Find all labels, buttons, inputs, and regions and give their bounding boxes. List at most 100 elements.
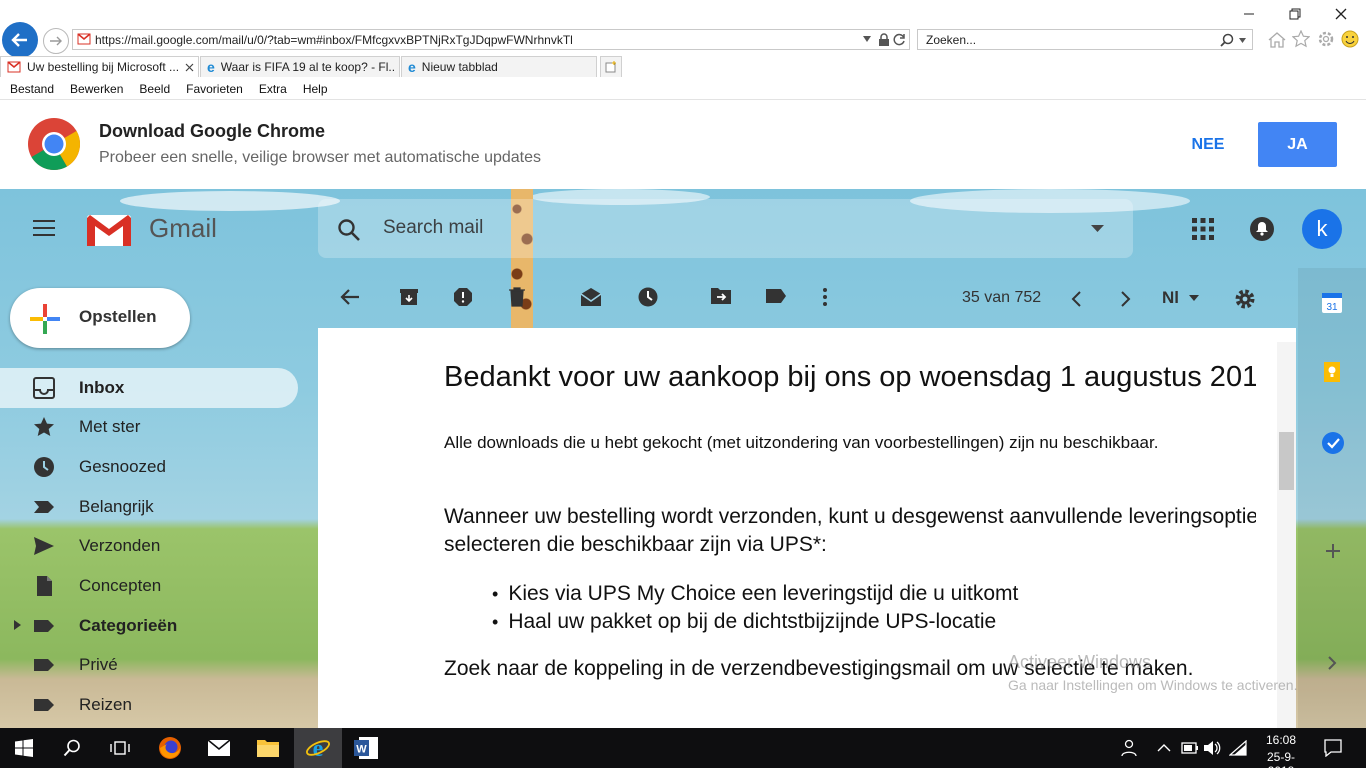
tab-label: Waar is FIFA 19 al te koop? - Fl... [220,60,396,74]
taskbar-internet-explorer[interactable]: e [294,728,342,768]
taskbar-mail[interactable] [195,728,243,768]
menu-bewerken[interactable]: Bewerken [70,82,123,96]
nav-drafts[interactable]: Concepten [0,566,298,606]
browser-search-box[interactable]: Zoeken... [917,29,1253,50]
chevron-left-icon[interactable] [1071,291,1081,307]
menu-extra[interactable]: Extra [259,82,287,96]
lock-icon[interactable] [878,33,890,46]
search-options-icon[interactable] [1091,225,1104,232]
minimize-icon[interactable] [1243,8,1255,20]
home-icon[interactable] [1268,31,1286,48]
apps-grid-icon[interactable] [1192,218,1214,240]
input-language-selector[interactable]: Nl [1162,288,1179,308]
close-icon[interactable] [1335,8,1347,20]
new-tab-button[interactable] [600,56,622,77]
restore-icon[interactable] [1289,8,1301,20]
favorites-star-icon[interactable] [1292,30,1310,48]
account-avatar[interactable]: k [1302,209,1342,249]
mark-unread-icon[interactable] [580,287,602,307]
nav-snoozed[interactable]: Gesnoozed [0,447,298,487]
add-addon-icon[interactable] [1325,543,1341,559]
email-scrollbar[interactable] [1277,342,1296,728]
search-icon[interactable] [337,218,361,242]
nav-categories[interactable]: Categorieën [0,606,298,646]
delete-icon[interactable] [508,287,526,307]
gear-icon[interactable] [1317,30,1335,48]
address-bar[interactable]: https://mail.google.com/mail/u/0/?tab=wm… [72,29,910,50]
action-center-icon[interactable] [1324,739,1342,757]
wifi-icon[interactable] [1229,740,1247,756]
nav-label: Met ster [79,417,141,436]
refresh-icon[interactable] [893,33,906,46]
taskbar-firefox[interactable] [146,728,194,768]
people-icon[interactable] [1121,739,1137,757]
svg-text:W: W [356,744,367,756]
keep-icon[interactable] [1321,361,1343,383]
snooze-icon[interactable] [638,287,658,307]
volume-icon[interactable] [1203,740,1221,756]
gmail-wordmark[interactable]: Gmail [149,213,217,244]
label-icon[interactable] [765,287,787,305]
move-to-icon[interactable] [710,287,732,305]
chevron-right-icon[interactable] [1121,291,1131,307]
gmail-favicon-icon [77,33,91,45]
email-paragraph: Alle downloads die u hebt gekocht (met u… [444,433,1159,452]
nav-important[interactable]: Belangrijk [0,487,298,527]
smiley-icon[interactable] [1341,30,1359,48]
expand-arrow-icon[interactable] [14,620,21,630]
archive-icon[interactable] [399,287,419,307]
chevron-down-icon[interactable] [1189,295,1199,301]
taskbar-date[interactable]: 25-9-2018 [1256,750,1306,778]
calendar-icon[interactable]: 31 [1321,292,1343,314]
nav-starred[interactable]: Met ster [0,407,298,447]
search-mail-placeholder[interactable]: Search mail [383,217,483,239]
chevron-up-icon[interactable] [1157,743,1171,752]
menu-help[interactable]: Help [303,82,328,96]
settings-gear-icon[interactable] [1234,288,1256,310]
banner-yes-button[interactable]: JA [1258,122,1337,167]
search-icon[interactable] [1220,33,1234,47]
menu-bestand[interactable]: Bestand [10,82,54,96]
expand-panel-icon[interactable] [1327,656,1337,670]
nav-label: Inbox [79,378,125,397]
taskbar-explorer[interactable] [244,728,292,768]
nav-reizen[interactable]: Reizen [0,685,298,725]
start-button[interactable] [0,728,48,768]
nav-prive[interactable]: Privé [0,645,298,685]
search-mail-bar[interactable]: Search mail [318,199,1133,258]
dropdown-icon[interactable] [1239,38,1246,43]
banner-title: Download Google Chrome [99,121,326,141]
taskbar-word[interactable]: W [342,728,390,768]
banner-no-button[interactable]: NEE [1170,122,1246,167]
windows-taskbar: e W [0,728,1366,768]
nav-sent[interactable]: Verzonden [0,526,298,566]
task-view-button[interactable] [96,728,144,768]
back-button[interactable] [2,22,38,58]
back-to-inbox-icon[interactable] [340,287,360,307]
word-icon: W [354,737,378,759]
gmail-logo-icon[interactable] [86,212,132,248]
scrollbar-thumb[interactable] [1279,432,1294,490]
forward-button[interactable] [43,28,69,54]
taskbar-search[interactable] [48,728,96,768]
tab-close-icon[interactable] [185,63,194,72]
tasks-icon[interactable] [1321,431,1345,455]
tab-gmail[interactable]: Uw bestelling bij Microsoft ... [0,56,199,77]
notifications-icon[interactable] [1250,217,1274,241]
compose-button[interactable]: Opstellen [10,288,190,348]
browser-search-placeholder[interactable]: Zoeken... [926,33,976,47]
menu-favorieten[interactable]: Favorieten [186,82,243,96]
battery-icon[interactable] [1181,742,1199,754]
more-options-icon[interactable] [822,287,828,307]
address-url[interactable]: https://mail.google.com/mail/u/0/?tab=wm… [95,33,573,47]
tab-fifa[interactable]: e Waar is FIFA 19 al te koop? - Fl... [200,56,400,77]
task-view-icon [110,741,130,755]
main-menu-icon[interactable] [33,219,55,237]
taskbar-time[interactable]: 16:08 [1256,733,1306,747]
nav-inbox[interactable]: Inbox [0,368,298,408]
tab-new[interactable]: e Nieuw tabblad [401,56,597,77]
menu-beeld[interactable]: Beeld [139,82,170,96]
dropdown-icon[interactable] [863,36,871,42]
report-spam-icon[interactable] [453,287,473,307]
draft-icon [37,576,52,596]
